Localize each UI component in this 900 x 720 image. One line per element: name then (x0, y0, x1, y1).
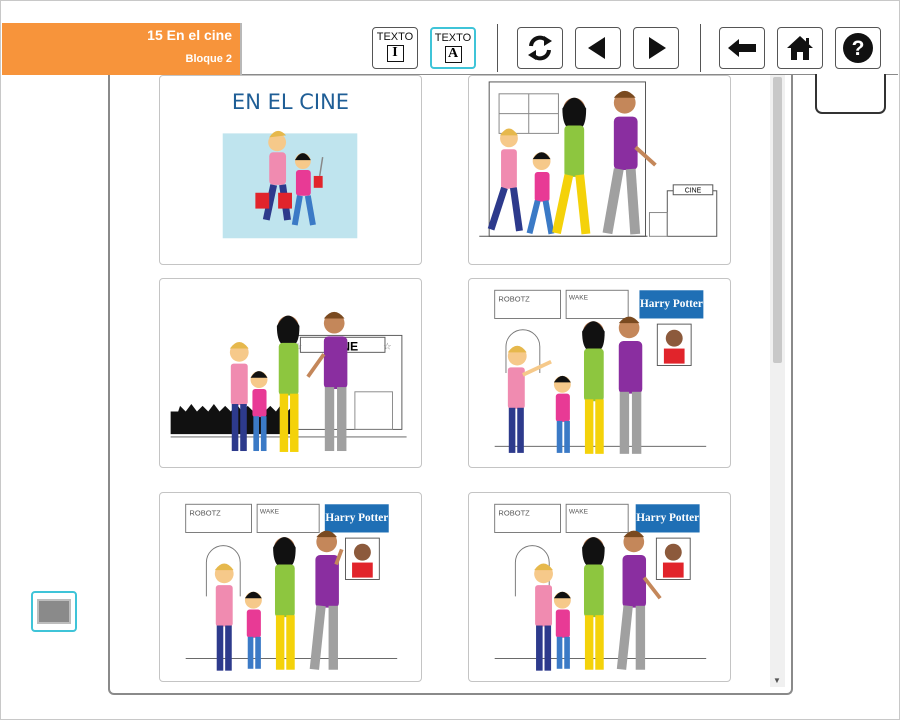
vertical-scrollbar[interactable]: ▼ (770, 75, 785, 687)
poster-robotz: ROBOTZ (498, 509, 530, 518)
cover-title: EN EL CINE (231, 90, 350, 114)
dropdown-tab[interactable] (815, 74, 886, 114)
toolbar-separator (497, 24, 498, 72)
story-card-queue[interactable]: CINE ☆ ☆ (159, 278, 422, 468)
paying-illustration: ROBOTZ WAKE Harry Potter (494, 503, 707, 671)
next-icon (649, 37, 666, 59)
poster-harry-potter: Harry Potter (640, 298, 703, 310)
poster-robotz: ROBOTZ (189, 509, 221, 518)
ticket-window-illustration: ROBOTZ WAKE Harry Potter (494, 289, 707, 454)
refresh-icon (528, 35, 552, 61)
cinema-sign-small: CINE (685, 188, 702, 195)
help-icon: ? (843, 33, 873, 63)
text-button-uppercase[interactable]: TEXTO I (372, 27, 418, 69)
next-button[interactable] (633, 27, 679, 69)
text-glyph-icon: I (386, 45, 404, 62)
poster-wake: WAKE (260, 509, 280, 516)
poster-harry-potter: Harry Potter (325, 512, 388, 524)
walking-illustration: CINE (479, 81, 718, 237)
queue-illustration: CINE ☆ ☆ (170, 311, 407, 452)
scroll-down-arrow-icon[interactable]: ▼ (773, 676, 781, 685)
asking-illustration: ROBOTZ WAKE Harry Potter (185, 503, 398, 671)
poster-wake: WAKE (569, 509, 589, 516)
screen-toggle-button[interactable] (31, 591, 77, 632)
home-icon (787, 36, 813, 60)
poster-robotz: ROBOTZ (498, 295, 530, 304)
poster-wake: WAKE (569, 295, 589, 302)
screen-icon (37, 599, 71, 624)
story-panel: EN EL CINE CINE ☆ ROBOTZ WAKE Harry Pott… (108, 75, 793, 695)
activity-title: 15 En el cine (147, 27, 232, 43)
story-card-cover[interactable]: EN EL CINE (159, 75, 422, 265)
poster-harry-potter: Harry Potter (636, 512, 699, 524)
story-card-paying[interactable]: ROBOTZ WAKE Harry Potter (468, 492, 731, 682)
text-button-script[interactable]: TEXTO A (430, 27, 476, 69)
text-button-label: TEXTO (434, 32, 472, 44)
text-glyph-icon: A (444, 46, 462, 63)
home-button[interactable] (777, 27, 823, 69)
scrollbar-thumb[interactable] (773, 77, 782, 363)
activity-header: 15 En el cine Bloque 2 (2, 23, 242, 75)
back-arrow-icon (728, 39, 756, 57)
back-button[interactable] (719, 27, 765, 69)
prev-icon (588, 37, 605, 59)
svg-text:?: ? (852, 37, 865, 60)
svg-text:☆: ☆ (383, 341, 391, 352)
text-button-label: TEXTO (376, 31, 414, 43)
refresh-button[interactable] (517, 27, 563, 69)
help-button[interactable]: ? (835, 27, 881, 69)
toolbar-separator (700, 24, 701, 72)
story-card-walking[interactable]: CINE (468, 75, 731, 265)
story-card-asking[interactable]: ROBOTZ WAKE Harry Potter (159, 492, 422, 682)
previous-button[interactable] (575, 27, 621, 69)
activity-subtitle: Bloque 2 (185, 53, 232, 65)
story-card-ticket-window[interactable]: ROBOTZ WAKE Harry Potter (468, 278, 731, 468)
